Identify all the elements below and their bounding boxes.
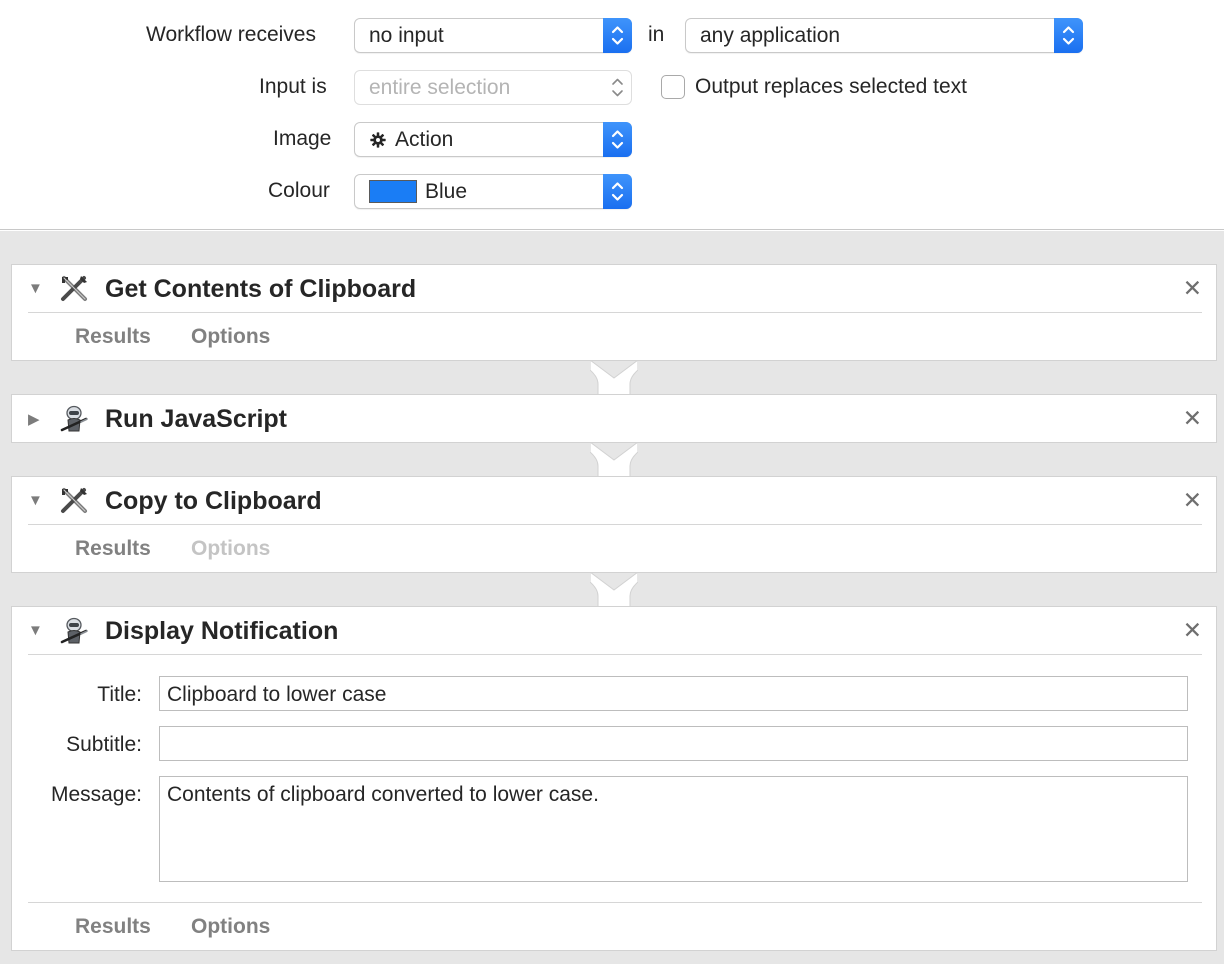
input-is-label: Input is: [259, 75, 327, 98]
notification-message-label: Message:: [50, 783, 142, 806]
workflow-area: ▼ Get Contents of Clipboard ✕ Results Op…: [0, 231, 1224, 964]
workflow-settings-pane: Workflow receives no input in any applic…: [0, 0, 1224, 230]
notification-message-textarea[interactable]: Contents of clipboard converted to lower…: [159, 776, 1188, 882]
disclosure-triangle-expanded-icon[interactable]: ▼: [28, 280, 43, 297]
options-button[interactable]: Options: [191, 325, 270, 349]
action-connector: [590, 360, 638, 395]
action-connector: [590, 442, 638, 477]
action-card-get-contents-of-clipboard[interactable]: ▼ Get Contents of Clipboard ✕ Results Op…: [11, 264, 1217, 361]
options-button[interactable]: Options: [191, 915, 270, 939]
close-icon[interactable]: ✕: [1183, 487, 1202, 514]
divider: [28, 312, 1202, 313]
notification-subtitle-label: Subtitle:: [66, 733, 142, 756]
input-is-popup: entire selection: [354, 70, 632, 105]
notification-title-value: Clipboard to lower case: [167, 683, 387, 706]
action-title: Display Notification: [105, 617, 339, 645]
chevron-updown-icon: [603, 174, 632, 209]
chevron-updown-icon: [603, 70, 632, 105]
tools-icon: [59, 486, 89, 516]
image-popup[interactable]: Action: [354, 122, 632, 157]
chevron-updown-icon: [603, 18, 632, 53]
close-icon[interactable]: ✕: [1183, 275, 1202, 302]
divider: [28, 524, 1202, 525]
colour-value: Blue: [425, 180, 468, 203]
notification-title-field[interactable]: Clipboard to lower case: [159, 676, 1188, 711]
action-card-copy-to-clipboard[interactable]: ▼ Copy to Clipboard ✕ Results Options: [11, 476, 1217, 573]
disclosure-triangle-expanded-icon[interactable]: ▼: [28, 622, 43, 639]
close-icon[interactable]: ✕: [1183, 405, 1202, 432]
action-card-run-javascript[interactable]: ▶ Run JavaScript ✕: [11, 394, 1217, 443]
chevron-updown-icon: [1054, 18, 1083, 53]
in-label: in: [648, 23, 665, 46]
divider: [28, 654, 1202, 655]
notification-title-label: Title:: [97, 683, 142, 706]
results-button[interactable]: Results: [75, 325, 151, 349]
options-button-disabled: Options: [191, 537, 271, 560]
action-title: Copy to Clipboard: [105, 487, 322, 515]
chevron-updown-icon: [603, 122, 632, 157]
action-title: Get Contents of Clipboard: [105, 275, 417, 303]
disclosure-triangle-expanded-icon[interactable]: ▼: [28, 492, 43, 509]
colour-popup[interactable]: Blue: [354, 174, 632, 209]
results-button[interactable]: Results: [75, 915, 151, 939]
tools-icon: [59, 274, 89, 304]
notification-message-value: Contents of clipboard converted to lower…: [167, 783, 599, 806]
divider: [28, 902, 1202, 903]
image-value: Action: [395, 128, 454, 151]
action-title: Run JavaScript: [105, 405, 288, 433]
workflow-receives-popup[interactable]: no input: [354, 18, 632, 53]
automator-robot-icon: [59, 616, 89, 646]
image-label: Image: [273, 127, 332, 150]
action-card-display-notification[interactable]: ▼ Display Notification ✕ Title: Clipboar…: [11, 606, 1217, 951]
workflow-receives-value: no input: [369, 24, 444, 47]
automator-robot-icon: [59, 404, 89, 434]
input-is-value: entire selection: [369, 76, 511, 99]
colour-label: Colour: [268, 179, 330, 202]
application-value: any application: [700, 24, 841, 47]
colour-swatch: [369, 180, 417, 203]
output-replaces-label[interactable]: Output replaces selected text: [695, 75, 967, 99]
application-popup[interactable]: any application: [685, 18, 1083, 53]
output-replaces-checkbox[interactable]: [661, 75, 685, 99]
workflow-receives-label: Workflow receives: [146, 23, 316, 46]
disclosure-triangle-collapsed-icon[interactable]: ▶: [28, 410, 40, 428]
gear-icon: [369, 131, 387, 149]
close-icon[interactable]: ✕: [1183, 617, 1202, 644]
action-connector: [590, 572, 638, 607]
results-button[interactable]: Results: [75, 537, 151, 561]
notification-subtitle-field[interactable]: [159, 726, 1188, 761]
